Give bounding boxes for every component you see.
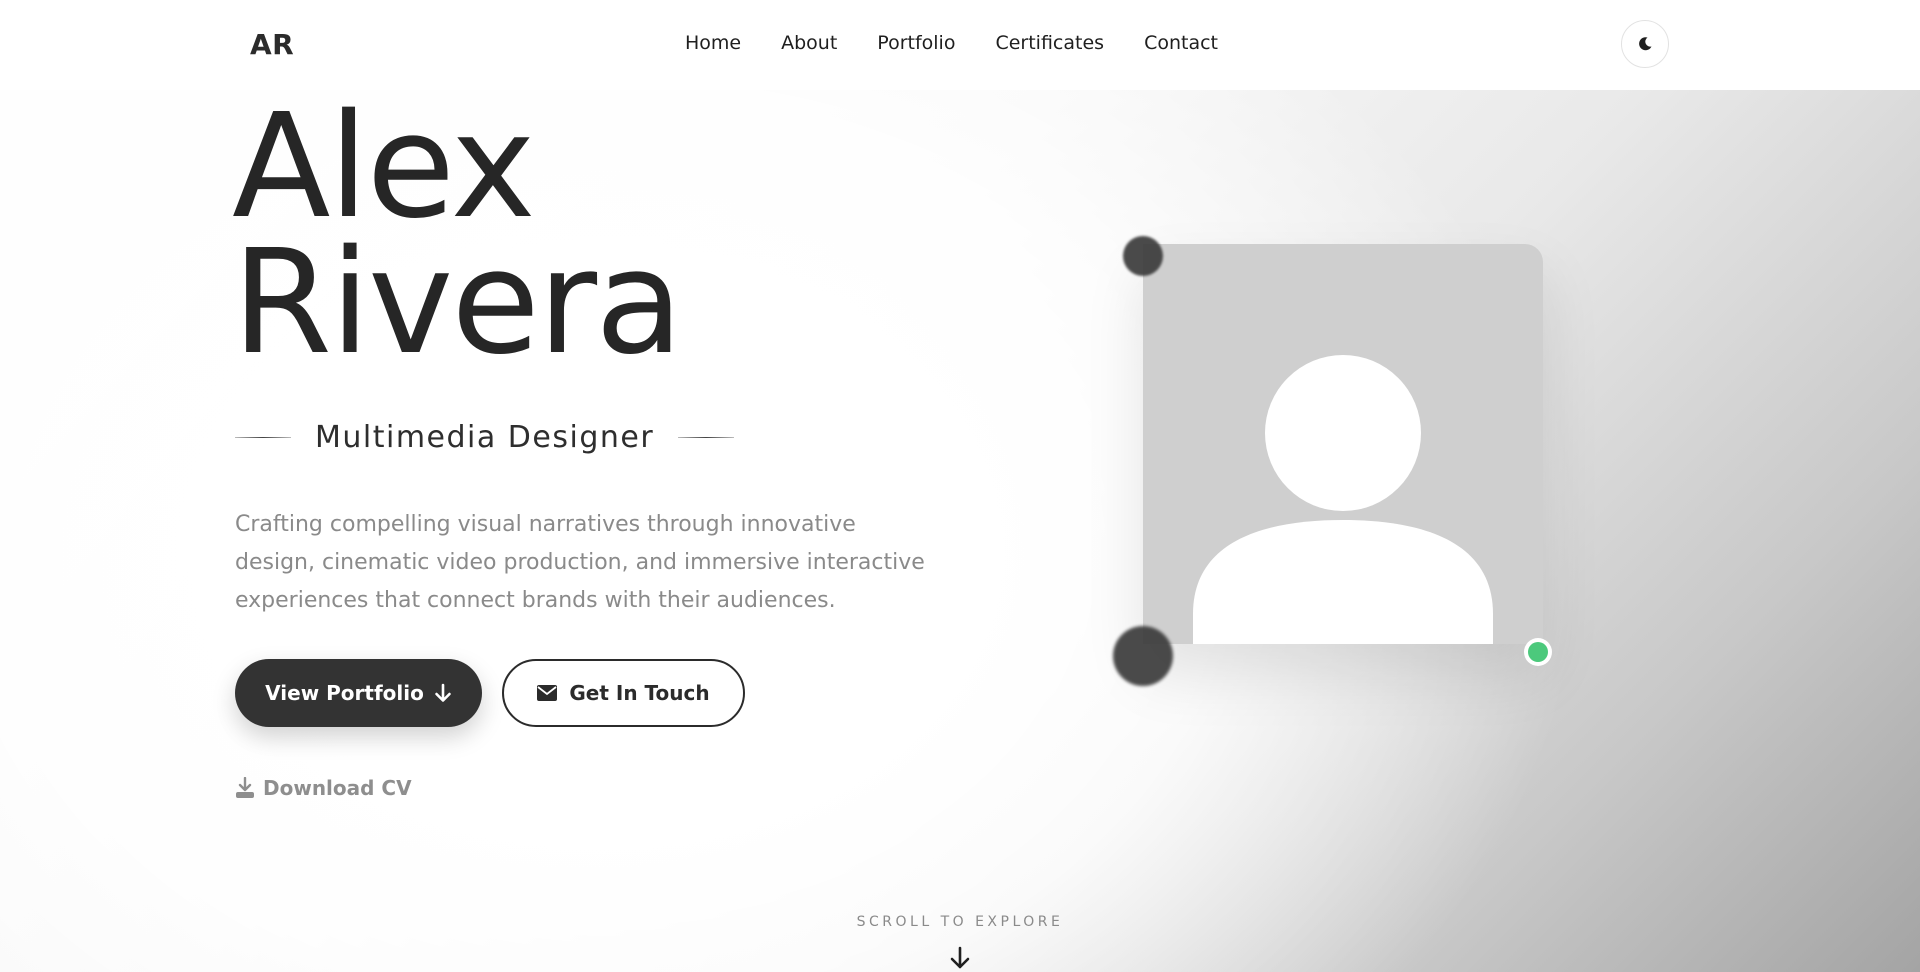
download-icon [236, 777, 254, 798]
profile-card [1143, 244, 1543, 644]
profile-image [1143, 244, 1543, 644]
download-cv-link[interactable]: Download CV [235, 776, 412, 800]
nav-certificates[interactable]: Certificates [995, 32, 1104, 54]
hero-name: Alex Rivera [232, 94, 683, 374]
get-in-touch-label: Get In Touch [569, 681, 710, 705]
status-dot [1528, 642, 1548, 662]
envelope-icon [537, 685, 558, 701]
theme-toggle-button[interactable] [1621, 20, 1669, 68]
download-cv-label: Download CV [263, 776, 412, 800]
nav-contact[interactable]: Contact [1144, 32, 1218, 54]
role-divider-right [678, 437, 735, 438]
status-indicator [1524, 638, 1552, 666]
hero-role: Multimedia Designer [315, 420, 655, 455]
hero-description: Crafting compelling visual narratives th… [235, 512, 925, 613]
view-portfolio-button[interactable]: View Portfolio [235, 659, 482, 727]
decor-dot-small [1123, 236, 1163, 276]
role-divider-left [235, 437, 291, 438]
hero-last-name: Rivera [232, 218, 683, 386]
hero-section: Alex Rivera Multimedia Designer Crafting… [0, 0, 1920, 972]
main-nav: Home About Portfolio Certificates Contac… [685, 32, 1218, 54]
scroll-hint: SCROLL TO EXPLORE [856, 914, 1064, 930]
get-in-touch-button[interactable]: Get In Touch [502, 659, 745, 727]
user-avatar-icon [1193, 355, 1493, 644]
view-portfolio-label: View Portfolio [265, 681, 424, 705]
scroll-arrow-icon[interactable] [948, 946, 972, 970]
decor-dot-large [1113, 626, 1173, 686]
nav-portfolio[interactable]: Portfolio [877, 32, 955, 54]
nav-about[interactable]: About [781, 32, 837, 54]
moon-icon [1639, 37, 1652, 51]
role-row: Multimedia Designer [235, 420, 735, 455]
nav-home[interactable]: Home [685, 32, 741, 54]
site-logo[interactable]: AR [250, 28, 294, 61]
arrow-down-icon [435, 683, 451, 702]
site-header: AR Home About Portfolio Certificates Con… [0, 0, 1920, 90]
